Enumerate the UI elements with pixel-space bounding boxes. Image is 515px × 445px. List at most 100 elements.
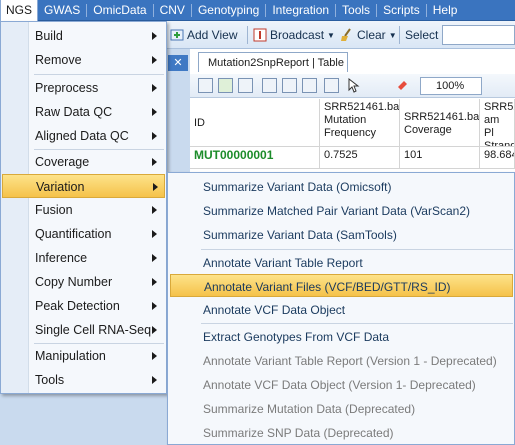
grid-icon[interactable] [282,78,297,93]
menu-item-label: Manipulation [35,349,106,363]
menu-item-label: Single Cell RNA-Seq [35,323,152,337]
clear-button[interactable]: Clear ▼ [340,25,397,45]
menu-item-variation[interactable]: Variation [2,174,165,198]
chevron-right-icon [152,132,157,140]
submenu-item-label: Summarize SNP Data (Deprecated) [203,426,394,440]
submenu-item-extract-genotypes-vcf[interactable]: Extract Genotypes From VCF Data [170,325,513,348]
menu-item-label: Inference [35,251,88,265]
close-icon: ✕ [173,57,183,69]
menu-tools[interactable]: Tools [336,0,376,21]
menu-item-label: Variation [36,180,85,194]
add-view-icon [170,29,184,41]
chevron-right-icon [152,230,157,238]
submenu-item-summarize-matched-pair-varscan2[interactable]: Summarize Matched Pair Variant Data (Var… [170,199,513,222]
menu-scripts[interactable]: Scripts [377,0,426,21]
table-cell[interactable]: 98.684 [480,147,515,169]
menu-item-label: Peak Detection [35,299,120,313]
submenu-item-annotate-vcf-data-object[interactable]: Annotate VCF Data Object [170,298,513,321]
submenu-item-annotate-variant-table-report[interactable]: Annotate Variant Table Report [170,251,513,274]
save-icon[interactable] [262,78,277,93]
menu-item-label: Tools [35,373,65,387]
chevron-right-icon [152,302,157,310]
pointer-icon[interactable] [346,77,361,93]
new-doc-icon[interactable] [198,78,213,93]
column-header[interactable]: ID [190,99,320,147]
column-header[interactable]: SRR521461.bam Mutation Frequency [320,99,400,147]
chevron-right-icon [152,56,157,64]
submenu-item-summarize-variant-omicsoft[interactable]: Summarize Variant Data (Omicsoft) [170,175,513,198]
menu-item-fusion[interactable]: Fusion [2,198,165,222]
table-cell[interactable]: 0.7525 [320,147,400,169]
menu-item-inference[interactable]: Inference [2,246,165,270]
submenu-item-summarize-variant-samtools[interactable]: Summarize Variant Data (SamTools) [170,223,513,246]
menu-integration[interactable]: Integration [266,0,335,21]
chevron-right-icon [152,376,157,384]
table-row[interactable]: MUT00000001 0.7525 101 98.684 [190,147,515,169]
menu-item-label: Coverage [35,155,90,169]
select-input[interactable] [442,25,515,45]
submenu-item-label: Summarize Variant Data (SamTools) [203,228,397,242]
copy-icon[interactable] [238,78,253,93]
filter-icon[interactable] [324,78,339,93]
menu-item-label: Copy Number [35,275,113,289]
remove-icon[interactable] [395,78,410,93]
submenu-item-label: Annotate Variant Table Report (Version 1… [203,354,497,368]
menu-item-build[interactable]: Build [2,24,165,48]
chevron-right-icon [152,326,157,334]
menu-item-tools[interactable]: Tools [2,368,165,392]
tab-label: Mutation2SnpReport | Table [208,56,344,69]
variation-submenu: Summarize Variant Data (Omicsoft) Summar… [167,172,515,445]
add-view-label: Add View [187,28,238,42]
ngs-dropdown-menu: Build Remove Preprocess Raw Data QC Alig… [0,21,167,394]
chevron-right-icon [152,254,157,262]
select-label: Select [405,25,438,45]
menu-separator [201,249,513,250]
submenu-item-label: Annotate VCF Data Object (Version 1- Dep… [203,378,476,392]
chevron-right-icon [152,206,157,214]
submenu-item-summarize-snp-data-deprecated: Summarize SNP Data (Deprecated) [170,421,513,444]
broadcast-button[interactable]: Broadcast ▼ [253,25,335,45]
menu-genotyping[interactable]: Genotyping [192,0,265,21]
menu-gwas[interactable]: GWAS [38,0,86,21]
columns-icon[interactable] [302,78,317,93]
submenu-item-summarize-mutation-data-deprecated: Summarize Mutation Data (Deprecated) [170,397,513,420]
submenu-item-label: Summarize Variant Data (Omicsoft) [203,180,392,194]
tab-document[interactable]: Mutation2SnpReport | Table [198,52,348,72]
column-header[interactable]: SRR52 am Pl Strand [480,99,515,147]
menu-item-preprocess[interactable]: Preprocess [2,76,165,100]
chevron-down-icon: ▼ [388,30,397,40]
submenu-item-annotate-variant-files[interactable]: Annotate Variant Files (VCF/BED/GTT/RS_I… [170,274,513,297]
menu-cnv[interactable]: CNV [154,0,191,21]
menu-separator [34,74,164,75]
menu-item-label: Build [35,29,63,43]
table-header-row: ID SRR521461.bam Mutation Frequency SRR5… [190,99,515,147]
menu-omicdata[interactable]: OmicData [87,0,152,21]
menu-item-copy-number[interactable]: Copy Number [2,270,165,294]
menu-item-quantification[interactable]: Quantification [2,222,165,246]
menu-item-label: Aligned Data QC [35,129,129,143]
menu-item-coverage[interactable]: Coverage [2,150,165,174]
menu-item-aligned-data-qc[interactable]: Aligned Data QC [2,124,165,148]
menu-item-remove[interactable]: Remove [2,48,165,72]
add-view-button[interactable]: Add View [170,25,237,45]
submenu-item-label: Annotate Variant Files (VCF/BED/GTT/RS_I… [204,280,451,294]
table-cell[interactable]: 101 [400,147,480,169]
menu-help[interactable]: Help [427,0,464,21]
close-pane-button[interactable]: ✕ [168,55,188,71]
table-cell[interactable]: MUT00000001 [190,147,320,169]
menu-ngs[interactable]: NGS [0,0,39,21]
menu-item-label: Raw Data QC [35,105,113,119]
export-icon[interactable] [218,78,233,93]
menu-item-single-cell-rna-seq[interactable]: Single Cell RNA-Seq [2,318,165,342]
chevron-right-icon [152,352,157,360]
menu-item-raw-data-qc[interactable]: Raw Data QC [2,100,165,124]
menu-item-label: Quantification [35,227,112,241]
menu-item-manipulation[interactable]: Manipulation [2,344,165,368]
submenu-item-label: Summarize Matched Pair Variant Data (Var… [203,204,470,218]
chevron-right-icon [152,32,157,40]
menu-item-peak-detection[interactable]: Peak Detection [2,294,165,318]
column-header[interactable]: SRR521461.bam Coverage [400,99,480,147]
menu-item-label: Preprocess [35,81,99,95]
chevron-right-icon [152,278,157,286]
zoom-select[interactable]: 100% [420,77,482,95]
